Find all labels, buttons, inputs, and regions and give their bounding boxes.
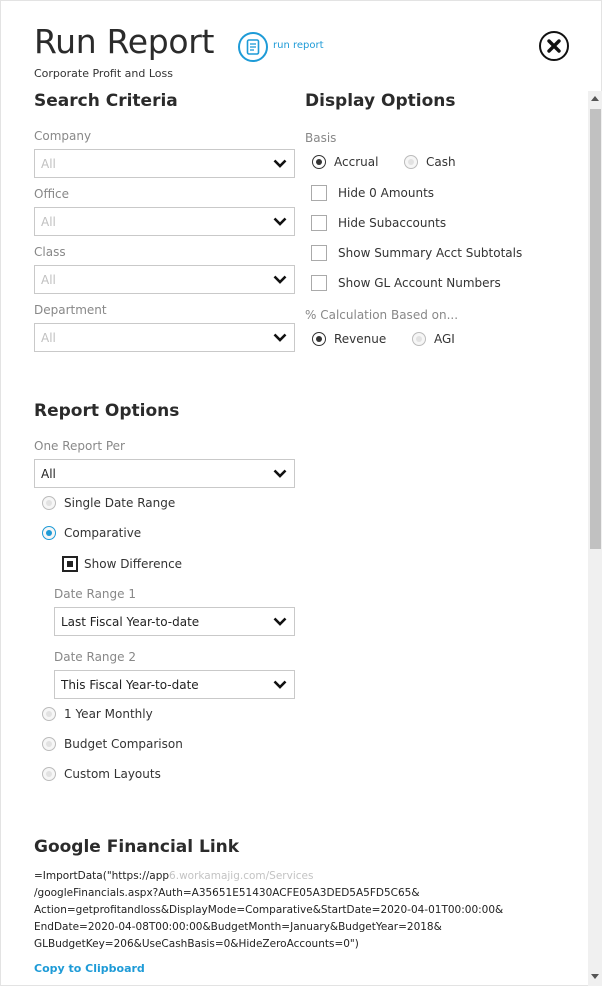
show-summary-subtotals-checkbox[interactable]: Show Summary Acct Subtotals [311, 245, 522, 261]
company-value: All [41, 157, 56, 171]
one-report-per-label: One Report Per [34, 439, 125, 453]
pct-calculation-label: % Calculation Based on... [305, 308, 459, 322]
department-value: All [41, 331, 56, 345]
run-report-link[interactable]: run report [273, 40, 324, 51]
link-line-1-faded: 6.workamajig.com/Services [169, 870, 314, 882]
custom-layouts-radio[interactable]: Custom Layouts [42, 767, 161, 781]
radio-selected-icon [42, 526, 56, 540]
basis-label: Basis [305, 131, 337, 145]
page-title: Run Report [34, 22, 215, 61]
radio-icon [42, 767, 56, 781]
agi-radio[interactable]: AGI [412, 332, 455, 346]
report-subtitle: Corporate Profit and Loss [34, 67, 173, 80]
radio-icon [404, 155, 418, 169]
department-select[interactable]: All [34, 323, 295, 352]
show-difference-checkbox[interactable]: Show Difference [62, 556, 182, 572]
accrual-radio[interactable]: Accrual [312, 155, 378, 169]
hide-subaccounts-checkbox[interactable]: Hide Subaccounts [311, 215, 446, 231]
class-label: Class [34, 245, 66, 259]
report-options-heading: Report Options [34, 401, 180, 421]
chevron-down-icon [273, 159, 287, 168]
class-value: All [41, 273, 56, 287]
one-report-per-value: All [41, 467, 56, 481]
company-select[interactable]: All [34, 149, 295, 178]
radio-icon [42, 707, 56, 721]
link-line-1: =ImportData("https://app [34, 870, 170, 882]
checkbox-checked-icon [62, 556, 78, 572]
office-label: Office [34, 187, 70, 201]
revenue-label: Revenue [334, 332, 387, 346]
accrual-label: Accrual [334, 155, 379, 169]
single-date-range-label: Single Date Range [64, 496, 176, 510]
radio-selected-icon [312, 155, 326, 169]
link-line-4: EndDate=2020-04-08T00:00:00&BudgetMonth=… [34, 921, 442, 933]
radio-icon [42, 496, 56, 510]
chevron-down-icon [273, 217, 287, 226]
one-year-monthly-radio[interactable]: 1 Year Monthly [42, 707, 153, 721]
revenue-radio[interactable]: Revenue [312, 332, 386, 346]
budget-comparison-radio[interactable]: Budget Comparison [42, 737, 183, 751]
chevron-down-icon [273, 275, 287, 284]
budget-comparison-label: Budget Comparison [64, 737, 183, 751]
date-range-2-label: Date Range 2 [54, 650, 136, 664]
scroll-up-icon[interactable] [591, 96, 599, 101]
one-year-monthly-label: 1 Year Monthly [64, 707, 153, 721]
show-gl-account-numbers-checkbox[interactable]: Show GL Account Numbers [311, 275, 501, 291]
date-range-1-value: Last Fiscal Year-to-date [61, 615, 200, 629]
run-report-panel: Run Report run report Corporate Profit a… [0, 0, 602, 986]
cash-label: Cash [426, 155, 456, 169]
department-label: Department [34, 303, 107, 317]
cash-radio[interactable]: Cash [404, 155, 456, 169]
chevron-down-icon [273, 617, 287, 626]
chevron-down-icon [273, 469, 287, 478]
show-difference-label: Show Difference [84, 557, 183, 571]
date-range-2-select[interactable]: This Fiscal Year-to-date [54, 670, 295, 699]
comparative-radio[interactable]: Comparative [42, 526, 141, 540]
office-select[interactable]: All [34, 207, 295, 236]
chevron-down-icon [273, 333, 287, 342]
scrollbar-thumb[interactable] [590, 109, 601, 549]
search-criteria-heading: Search Criteria [34, 91, 178, 111]
checkbox-icon [311, 275, 327, 291]
close-icon[interactable] [539, 31, 569, 61]
company-label: Company [34, 129, 92, 143]
hide-subaccounts-label: Hide Subaccounts [338, 216, 447, 230]
radio-icon [42, 737, 56, 751]
office-value: All [41, 215, 56, 229]
scroll-down-icon[interactable] [591, 974, 599, 979]
date-range-2-value: This Fiscal Year-to-date [61, 678, 199, 692]
comparative-label: Comparative [64, 526, 142, 540]
checkbox-icon [311, 185, 327, 201]
show-gl-account-numbers-label: Show GL Account Numbers [338, 276, 501, 290]
class-select[interactable]: All [34, 265, 295, 294]
link-line-3: Action=getprofitandloss&DisplayMode=Comp… [34, 904, 504, 916]
google-financial-link-text[interactable]: =ImportData("https://app6.workamajig.com… [34, 868, 544, 953]
custom-layouts-label: Custom Layouts [64, 767, 161, 781]
radio-icon [412, 332, 426, 346]
one-report-per-select[interactable]: All [34, 459, 295, 488]
link-line-2: /googleFinancials.aspx?Auth=A35651E51430… [34, 887, 420, 899]
report-icon[interactable] [238, 32, 268, 62]
show-summary-subtotals-label: Show Summary Acct Subtotals [338, 246, 523, 260]
vertical-scrollbar[interactable] [588, 91, 602, 986]
chevron-down-icon [273, 680, 287, 689]
link-line-5: GLBudgetKey=206&UseCashBasis=0&HideZeroA… [34, 938, 359, 950]
radio-selected-icon [312, 332, 326, 346]
agi-label: AGI [434, 332, 455, 346]
copy-to-clipboard-link[interactable]: Copy to Clipboard [34, 962, 145, 975]
checkbox-icon [311, 245, 327, 261]
checkbox-icon [311, 215, 327, 231]
hide-zero-amounts-checkbox[interactable]: Hide 0 Amounts [311, 185, 434, 201]
date-range-1-select[interactable]: Last Fiscal Year-to-date [54, 607, 295, 636]
date-range-1-label: Date Range 1 [54, 587, 136, 601]
hide-zero-amounts-label: Hide 0 Amounts [338, 186, 435, 200]
single-date-range-radio[interactable]: Single Date Range [42, 496, 175, 510]
display-options-heading: Display Options [305, 91, 456, 111]
google-financial-link-heading: Google Financial Link [34, 837, 240, 857]
